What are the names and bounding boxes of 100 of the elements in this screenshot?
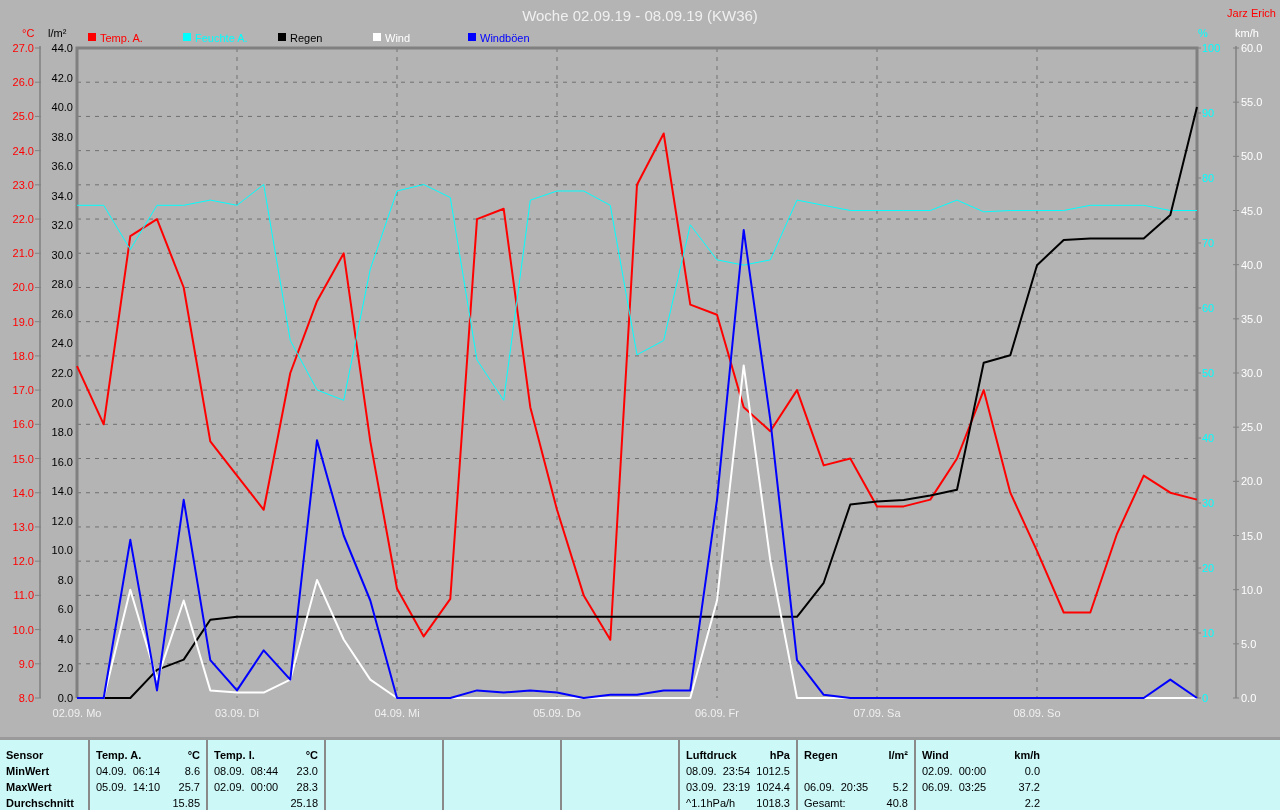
- axis-tick-label: 11.0: [13, 589, 34, 602]
- legend-swatch: [468, 33, 476, 41]
- axis-tick-label: 2.0: [57, 662, 73, 675]
- axis-tick-label: 90: [1202, 107, 1215, 119]
- axis-title: °C: [22, 27, 35, 39]
- axis-tick-label: 22.0: [12, 213, 34, 226]
- axis-tick-label: 0.0: [1241, 692, 1257, 704]
- table-cell-text: ^1.1hPa/h: [686, 797, 737, 809]
- axis-tick-label: 24.0: [12, 144, 34, 157]
- column-header: Temp. I.: [214, 749, 256, 761]
- column-header: Regen: [804, 749, 839, 761]
- axis-tick-label: 16.0: [51, 455, 73, 468]
- axis-tick-label: 24.0: [51, 337, 73, 350]
- axis-tick-label: 44.0: [51, 42, 73, 54]
- table-cell: 1012.5: [756, 765, 790, 777]
- table-cell-text: Gesamt:: [804, 797, 847, 809]
- axis-tick-label: 9.0: [18, 657, 34, 670]
- axis-tick-label: 12.0: [12, 555, 34, 568]
- axis-tick-label: 60: [1202, 302, 1215, 314]
- axis-tick-label: 100: [1202, 42, 1221, 54]
- axis-tick-label: 60.0: [1241, 42, 1263, 54]
- axis-tick-label: 21.0: [12, 247, 34, 260]
- legend-label: Feuchte A.: [195, 32, 248, 44]
- legend-label: Windböen: [480, 32, 530, 44]
- chart-title: Woche 02.09.19 - 08.09.19 (KW36): [522, 7, 758, 24]
- axis-tick-label: 25.0: [1241, 421, 1263, 434]
- table-cell-text: 08.09. 23:54: [686, 765, 752, 777]
- legend-label: Regen: [290, 32, 323, 44]
- axis-tick-label: 0: [1202, 692, 1209, 704]
- table-cell: 28.3: [296, 781, 318, 793]
- unit-label: km/h: [1014, 749, 1040, 761]
- table-cell: 1018.3: [756, 797, 790, 809]
- axis-tick-label: 19.0: [12, 315, 34, 328]
- axis-tick-label: 08.09. So: [1013, 707, 1061, 719]
- axis-title: %: [1198, 27, 1208, 39]
- axis-tick-label: 70: [1202, 237, 1215, 249]
- axis-tick-label: 30.0: [51, 248, 73, 261]
- axis-tick-label: 27.0: [12, 42, 34, 54]
- legend-swatch: [373, 33, 381, 41]
- axis-tick-label: 6.0: [57, 603, 73, 616]
- axis-tick-label: 50: [1202, 367, 1215, 379]
- legend-swatch: [88, 33, 96, 41]
- axis-tick-label: 26.0: [51, 307, 73, 320]
- column-header: Temp. A.: [96, 749, 143, 761]
- column-header: Luftdruck: [686, 749, 738, 761]
- axis-tick-label: 50.0: [1241, 150, 1263, 163]
- axis-tick-label: 13.0: [12, 520, 34, 533]
- table-cell-text: 05.09. 14:10: [96, 781, 162, 793]
- axis-tick-label: 06.09. Fr: [695, 707, 739, 719]
- axis-tick-label: 16.0: [12, 418, 34, 431]
- axis-tick-label: 55.0: [1241, 96, 1263, 109]
- table-cell: 25.18: [290, 797, 318, 809]
- legend-swatch: [278, 33, 286, 41]
- axis-tick-label: 30: [1202, 497, 1215, 509]
- axis-tick-label: 03.09. Di: [215, 707, 259, 719]
- axis-tick-label: 38.0: [51, 130, 73, 143]
- table-cell-text: 03.09. 23:19: [686, 781, 752, 793]
- axis-tick-label: 25.0: [12, 110, 34, 123]
- axis-tick-label: 05.09. Do: [533, 707, 581, 719]
- legend-label: Wind: [385, 32, 411, 44]
- table-cell: 15.85: [172, 797, 200, 809]
- table-cell: 2.2: [1024, 797, 1040, 809]
- axis-tick-label: 18.0: [51, 426, 73, 439]
- axis-tick-label: 20: [1202, 562, 1215, 574]
- axis-tick-label: 40.0: [1241, 258, 1263, 271]
- axis-tick-label: 36.0: [51, 160, 73, 173]
- axis-tick-label: 15.0: [1241, 529, 1263, 542]
- axis-tick-label: 15.0: [12, 452, 34, 465]
- column-header: Wind: [922, 749, 950, 761]
- row-label: MinWert: [6, 765, 51, 777]
- axis-tick-label: 34.0: [51, 189, 73, 202]
- axis-tick-label: 02.09. Mo: [52, 707, 102, 719]
- axis-tick-label: 0.0: [57, 692, 73, 704]
- axis-tick-label: 14.0: [12, 486, 34, 499]
- axis-tick-label: 32.0: [51, 219, 73, 232]
- axis-tick-label: 8.0: [18, 692, 34, 704]
- axis-tick-label: 40: [1202, 432, 1215, 444]
- axis-tick-label: 18.0: [12, 349, 34, 362]
- axis-tick-label: 12.0: [51, 514, 73, 527]
- table-cell: 40.8: [886, 797, 908, 809]
- table-cell-text: 06.09. 03:25: [922, 781, 988, 793]
- axis-tick-label: 17.0: [12, 384, 34, 397]
- axis-tick-label: 04.09. Mi: [374, 707, 420, 719]
- axis-tick-label: 14.0: [51, 485, 73, 498]
- axis-tick-label: 42.0: [51, 71, 73, 84]
- table-cell: 37.2: [1018, 781, 1040, 793]
- axis-tick-label: 35.0: [1241, 312, 1263, 325]
- axis-tick-label: 20.0: [12, 281, 34, 294]
- axis-tick-label: 8.0: [57, 573, 73, 586]
- axis-tick-label: 10: [1202, 627, 1215, 639]
- axis-tick-label: 07.09. Sa: [853, 707, 901, 719]
- axis-tick-label: 80: [1202, 172, 1215, 184]
- axis-tick-label: 26.0: [12, 76, 34, 89]
- table-cell: 23.0: [296, 765, 318, 777]
- row-label: Sensor: [6, 749, 45, 761]
- row-label: Durchschnitt: [6, 797, 75, 809]
- axis-tick-label: 10.0: [51, 544, 73, 557]
- axis-tick-label: 30.0: [1241, 367, 1263, 379]
- author-label: Jarz Erich: [1227, 7, 1276, 19]
- axis-tick-label: 5.0: [1241, 637, 1257, 650]
